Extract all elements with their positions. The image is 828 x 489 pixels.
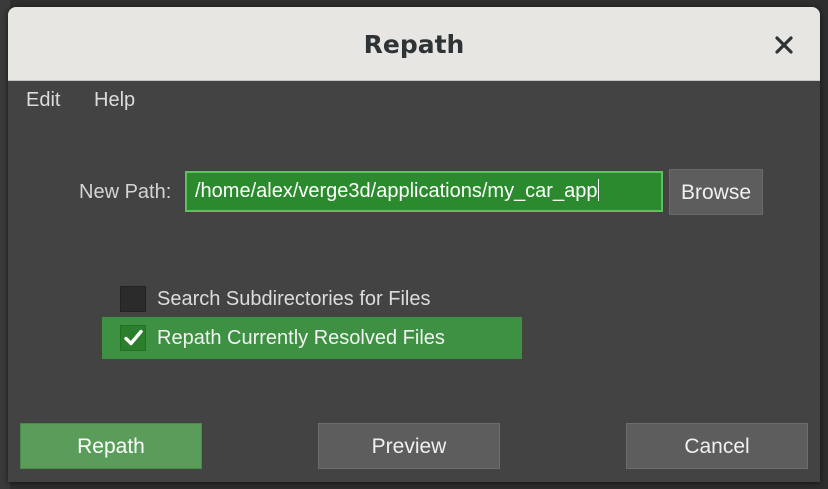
close-icon bbox=[775, 36, 793, 54]
checkmark-icon bbox=[124, 329, 143, 346]
repath-dialog: Repath Edit Help New Path: /home/alex/ve… bbox=[8, 7, 820, 482]
dialog-title: Repath bbox=[363, 30, 465, 59]
search-subdirectories-label: Search Subdirectories for Files bbox=[157, 288, 431, 310]
close-button[interactable] bbox=[768, 29, 800, 61]
repath-resolved-label: Repath Currently Resolved Files bbox=[157, 327, 445, 349]
repath-button[interactable]: Repath bbox=[20, 423, 202, 469]
menu-edit[interactable]: Edit bbox=[26, 85, 60, 117]
search-subdirectories-option[interactable]: Search Subdirectories for Files bbox=[102, 278, 522, 320]
menu-bar: Edit Help bbox=[8, 81, 820, 119]
new-path-value: /home/alex/verge3d/applications/my_car_a… bbox=[195, 180, 598, 202]
new-path-input[interactable]: /home/alex/verge3d/applications/my_car_a… bbox=[185, 171, 663, 212]
cancel-button[interactable]: Cancel bbox=[626, 423, 808, 469]
browse-button[interactable]: Browse bbox=[669, 169, 763, 215]
preview-button[interactable]: Preview bbox=[318, 423, 500, 469]
repath-resolved-checkbox[interactable] bbox=[120, 325, 146, 351]
search-subdirectories-checkbox[interactable] bbox=[120, 286, 146, 312]
title-bar: Repath bbox=[8, 7, 820, 81]
repath-resolved-option[interactable]: Repath Currently Resolved Files bbox=[102, 317, 522, 359]
text-caret bbox=[598, 179, 600, 201]
new-path-label: New Path: bbox=[79, 181, 172, 203]
menu-help[interactable]: Help bbox=[94, 85, 135, 117]
